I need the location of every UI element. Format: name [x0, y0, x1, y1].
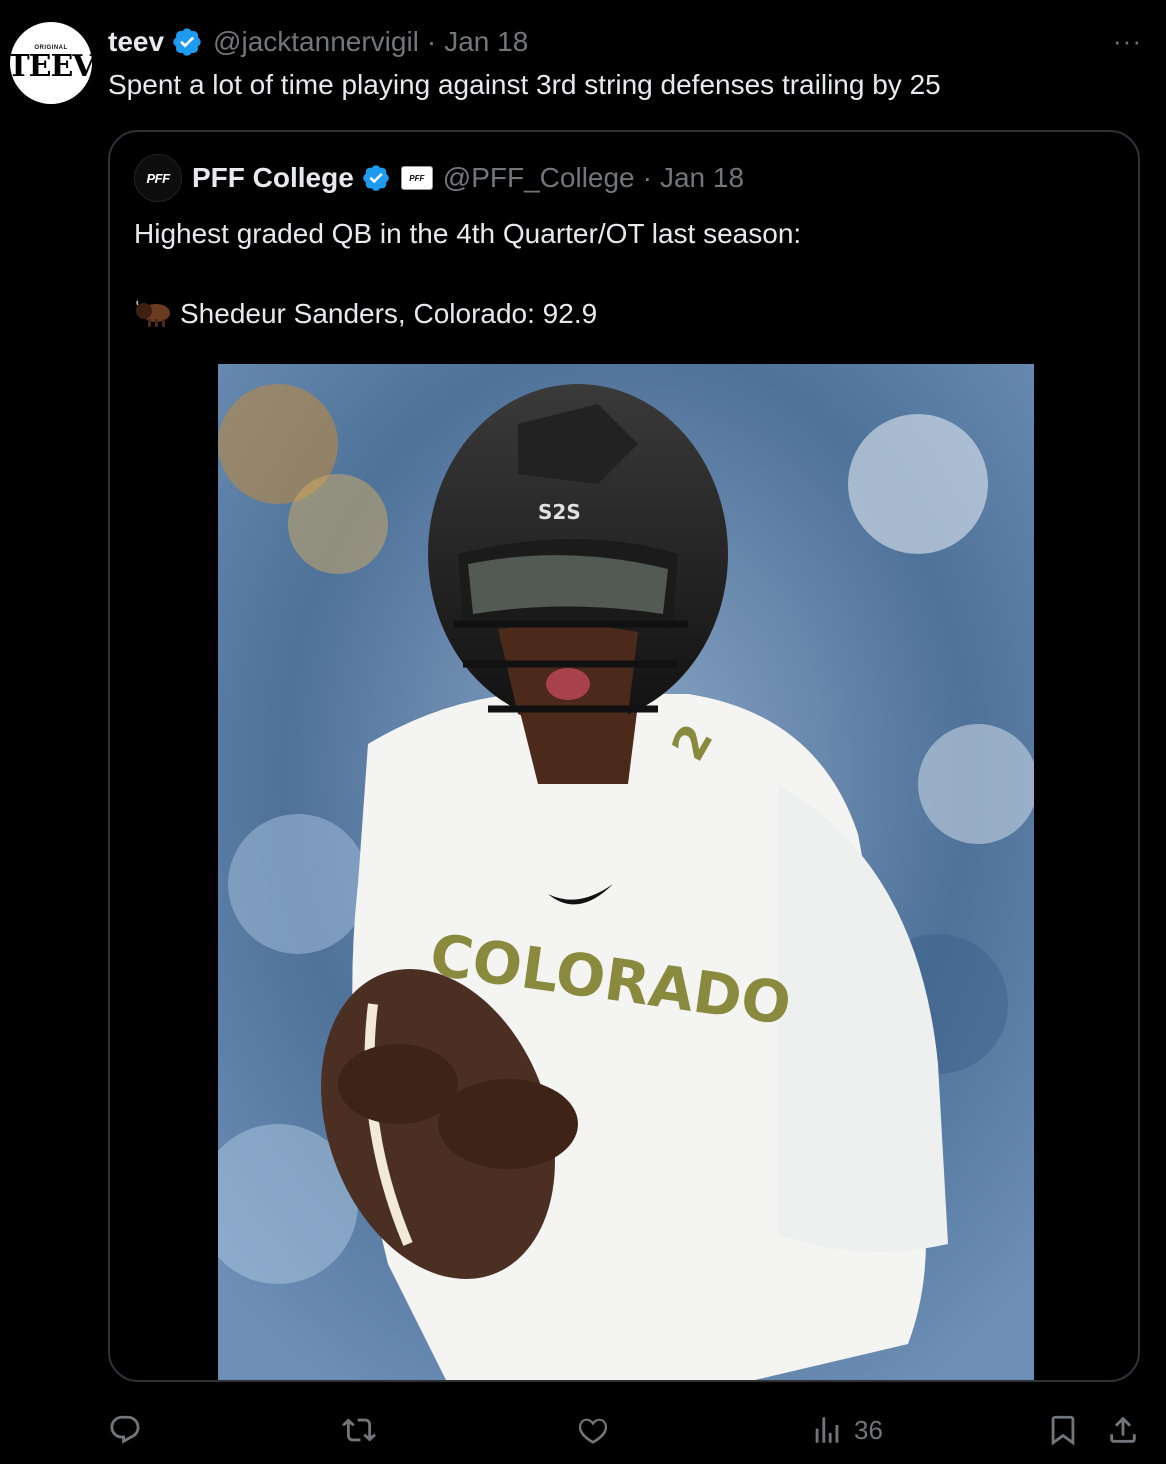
helmet-decal-text: S2S — [538, 500, 581, 524]
bookmark-button[interactable] — [1046, 1412, 1080, 1448]
more-options-icon[interactable]: ··· — [1113, 26, 1142, 56]
reply-button[interactable] — [108, 1412, 152, 1448]
tweet-text: Spent a lot of time playing against 3rd … — [108, 69, 941, 100]
bison-emoji-icon — [136, 300, 170, 327]
author-handle[interactable]: @jacktannervigil — [213, 26, 419, 58]
like-button[interactable] — [576, 1412, 620, 1448]
quoted-author-display-name[interactable]: PFF College — [192, 162, 354, 194]
quoted-text-line1: Highest graded QB in the 4th Quarter/OT … — [134, 218, 802, 249]
views-button[interactable]: 36 — [810, 1412, 883, 1448]
quoted-text-line2-row: Shedeur Sanders, Colorado: 92.9 — [134, 296, 597, 332]
author-avatar[interactable]: ORIGINAL TEEV — [10, 22, 92, 104]
quoted-header-separator: · — [642, 162, 652, 193]
heart-icon — [578, 1418, 608, 1444]
bookmark-icon — [1051, 1415, 1075, 1446]
quoted-author-avatar[interactable]: PFF — [134, 154, 182, 202]
views-count: 36 — [854, 1414, 883, 1445]
quoted-tweet-header: PFF PFF College PFF @PFF_College · Jan 1… — [134, 154, 744, 202]
verified-badge-icon — [173, 28, 201, 56]
share-icon — [1110, 1416, 1136, 1443]
quoted-tweet[interactable]: PFF PFF College PFF @PFF_College · Jan 1… — [108, 130, 1140, 1382]
repost-button[interactable] — [342, 1412, 386, 1448]
quoted-text-line2: Shedeur Sanders, Colorado: 92.9 — [180, 298, 598, 329]
author-display-name[interactable]: teev — [108, 26, 164, 58]
quoted-tweet-date[interactable]: Jan 18 — [660, 162, 744, 194]
views-chart-icon — [815, 1417, 839, 1443]
avatar-logo-text: TEEV — [10, 48, 92, 84]
quoted-verified-badge-icon — [362, 165, 389, 191]
reply-icon — [110, 1415, 140, 1444]
quoted-author-handle[interactable]: @PFF_College — [443, 162, 635, 194]
tweet-actions: 36 — [0, 1400, 1166, 1460]
quoted-tweet-photo[interactable]: S2S COLORADO 2 — [218, 364, 1034, 1380]
repost-icon — [342, 1418, 376, 1442]
affiliate-badge: PFF — [400, 166, 433, 190]
share-button[interactable] — [1106, 1412, 1140, 1448]
tweet-date[interactable]: Jan 18 — [444, 26, 528, 58]
tweet-header: teev @jacktannervigil · Jan 18 — [108, 24, 528, 60]
header-separator: · — [426, 26, 437, 57]
player-photo-illustration: S2S COLORADO 2 — [218, 364, 1034, 1380]
